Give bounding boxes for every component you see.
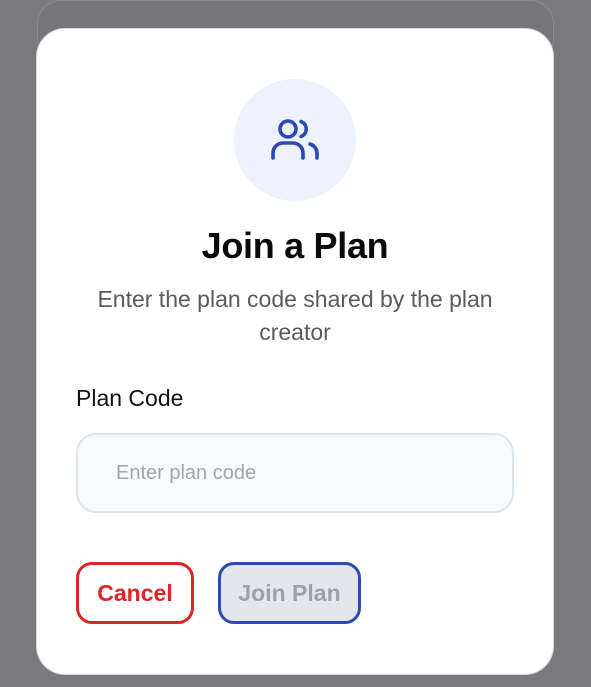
dialog-subtitle: Enter the plan code shared by the plan c… [97,286,493,345]
plan-code-label: Plan Code [76,385,184,411]
join-plan-button[interactable]: Join Plan [218,562,361,624]
dialog-title: Join a Plan [201,225,389,266]
plan-code-input[interactable] [76,433,514,513]
users-icon-badge [234,79,356,201]
cancel-button[interactable]: Cancel [76,562,194,624]
join-plan-dialog: Join a Plan Enter the plan code shared b… [37,29,553,674]
users-icon [271,119,319,160]
